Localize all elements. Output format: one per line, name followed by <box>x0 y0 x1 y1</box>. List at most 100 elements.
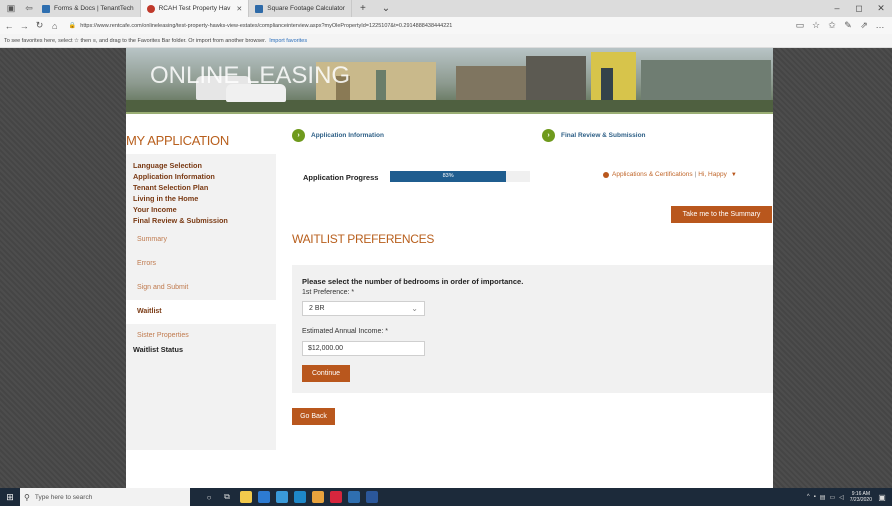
close-window-icon[interactable]: ✕ <box>870 3 892 14</box>
favicon-icon <box>146 4 155 13</box>
tab-actions-icon[interactable]: ▣ <box>4 2 18 16</box>
browser-tab-bar: ▣ ⇦ Forms & Docs | TenantTech RCAH Test … <box>0 0 892 17</box>
tab-square-footage[interactable]: Square Footage Calculator <box>249 0 352 17</box>
sidebar-item-final-review[interactable]: Final Review & Submission <box>126 215 276 226</box>
applications-certifications-link[interactable]: Applications & Certifications <box>612 171 693 178</box>
step-application-information[interactable]: › Application Information <box>292 129 384 142</box>
window-controls: – ◻ ✕ <box>826 3 892 14</box>
tab-title: RCAH Test Property Hav <box>158 5 231 12</box>
tab-title: Square Footage Calculator <box>267 5 345 12</box>
take-me-to-summary-button[interactable]: Take me to the Summary <box>671 206 772 223</box>
clock-date: 7/23/2020 <box>849 497 872 503</box>
task-view-icon[interactable]: ⧉ <box>220 492 234 502</box>
minimize-icon[interactable]: – <box>826 3 848 14</box>
url-text: https://www.rentcafe.com/onlineleasing/t… <box>80 22 453 29</box>
sidebar-item-waitlist-status[interactable]: Waitlist Status <box>126 344 276 355</box>
sidebar-item-your-income[interactable]: Your Income <box>126 204 276 215</box>
sidebar-item-application-information[interactable]: Application Information <box>126 171 276 182</box>
sidebar-item-tenant-selection-plan[interactable]: Tenant Selection Plan <box>126 182 276 193</box>
home-icon[interactable]: ⌂ <box>49 21 61 31</box>
share-icon[interactable]: ⇗ <box>856 20 872 31</box>
pen-icon[interactable]: ✎ <box>840 20 856 31</box>
import-favorites-link[interactable]: Import favorites <box>269 38 307 44</box>
sidebar-item-summary[interactable]: Summary <box>126 228 276 252</box>
back-icon[interactable]: ← <box>3 21 15 31</box>
online-leasing-logo: ONLINE LEASING <box>150 62 351 89</box>
cortana-icon[interactable]: ○ <box>202 493 216 502</box>
step-final-review[interactable]: › Final Review & Submission <box>542 129 646 142</box>
forward-icon[interactable]: → <box>18 21 30 31</box>
tab-title: Forms & Docs | TenantTech <box>54 5 134 12</box>
favorites-icon[interactable]: ✩ <box>824 20 840 31</box>
sidebar-title: MY APPLICATION <box>126 133 229 148</box>
windows-taskbar: ⊞ ⚲ Type here to search ○ ⧉ ^ ▪ ▤ ▭ ◁ 9:… <box>0 488 892 506</box>
step-label: Application Information <box>311 132 384 139</box>
acrobat-icon[interactable] <box>330 491 342 503</box>
volume-icon[interactable]: ◁ <box>839 494 844 501</box>
step-arrow-icon: › <box>542 129 555 142</box>
chevron-down-icon: ⌄ <box>411 304 418 313</box>
sidebar-item-language-selection[interactable]: Language Selection <box>126 160 276 171</box>
first-preference-select[interactable]: 2 BR ⌄ <box>302 301 425 316</box>
waitlist-form: Please select the number of bedrooms in … <box>292 265 773 393</box>
bullet-icon <box>603 171 609 178</box>
taskbar-search[interactable]: ⚲ Type here to search <box>20 488 190 506</box>
search-placeholder: Type here to search <box>34 493 93 501</box>
step-arrow-icon: › <box>292 129 305 142</box>
step-label: Final Review & Submission <box>561 132 646 139</box>
store-icon[interactable] <box>276 491 288 503</box>
sidebar-item-waitlist[interactable]: Waitlist <box>126 300 276 324</box>
favicon-icon <box>42 4 50 13</box>
continue-button[interactable]: Continue <box>302 365 350 382</box>
address-bar: ← → ↻ ⌂ 🔒 https://www.rentcafe.com/onlin… <box>0 17 892 34</box>
sidebar-item-sign-and-submit[interactable]: Sign and Submit <box>126 276 276 300</box>
url-field[interactable]: 🔒 https://www.rentcafe.com/onlineleasing… <box>69 19 792 32</box>
progress-bar: 83% <box>390 171 530 182</box>
sidebar-item-living-in-the-home[interactable]: Living in the Home <box>126 193 276 204</box>
outlook-icon[interactable] <box>294 491 306 503</box>
file-explorer-icon[interactable] <box>240 491 252 503</box>
sidebar: MY APPLICATION Language Selection Applic… <box>126 116 276 488</box>
battery-icon[interactable]: ▭ <box>829 494 835 501</box>
tray-app-icon[interactable]: ▪ <box>814 494 816 500</box>
menu-separator: | <box>694 171 697 178</box>
tab-aside-icon[interactable]: ⇦ <box>22 2 36 16</box>
refresh-icon[interactable]: ↻ <box>33 20 45 31</box>
tray-chevron-icon[interactable]: ^ <box>807 494 810 500</box>
income-label: Estimated Annual Income: * <box>302 328 388 335</box>
user-greeting[interactable]: Hi, Happy <box>698 171 727 178</box>
more-icon[interactable]: … <box>872 20 888 31</box>
edge-icon[interactable] <box>258 491 270 503</box>
app-icon[interactable] <box>312 491 324 503</box>
tab-forms-docs[interactable]: Forms & Docs | TenantTech <box>36 0 141 17</box>
page-title: WAITLIST PREFERENCES <box>292 232 435 246</box>
close-tab-icon[interactable]: ✕ <box>236 5 242 13</box>
banner-lawn <box>126 100 773 112</box>
reading-view-icon[interactable]: ▭ <box>792 20 808 31</box>
new-tab-icon[interactable]: + <box>352 3 374 14</box>
user-menu[interactable]: Applications & Certifications | Hi, Happ… <box>603 171 737 178</box>
word-icon[interactable] <box>366 491 378 503</box>
notifications-icon[interactable]: ▣ <box>876 493 888 502</box>
search-icon: ⚲ <box>24 492 30 502</box>
tab-list-chevron-icon[interactable]: ⌄ <box>374 3 398 14</box>
favorite-star-icon[interactable]: ☆ <box>808 20 824 31</box>
tab-rcah-test-property[interactable]: RCAH Test Property Hav ✕ <box>140 0 250 17</box>
network-icon[interactable]: ▤ <box>820 494 826 501</box>
progress-fill: 83% <box>390 171 507 182</box>
go-back-button[interactable]: Go Back <box>292 408 335 425</box>
first-preference-label: 1st Preference: * <box>302 289 355 296</box>
favorites-bar: To see favorites here, select ☆ then ≡, … <box>0 34 892 48</box>
clock[interactable]: 9:16 AM 7/23/2020 <box>850 491 872 503</box>
system-tray: ^ ▪ ▤ ▭ ◁ 9:16 AM 7/23/2020 <box>803 491 876 503</box>
progress-label: Application Progress <box>303 173 379 182</box>
address-bar-actions: ▭ ☆ ✩ ✎ ⇗ … <box>792 20 888 31</box>
annual-income-input[interactable] <box>302 341 425 356</box>
first-preference-value: 2 BR <box>309 305 325 312</box>
caret-down-icon[interactable]: ▼ <box>731 172 737 178</box>
app-icon[interactable] <box>348 491 360 503</box>
windows-start-icon[interactable]: ⊞ <box>0 492 20 503</box>
sidebar-item-errors[interactable]: Errors <box>126 252 276 276</box>
form-heading: Please select the number of bedrooms in … <box>302 277 524 286</box>
maximize-icon[interactable]: ◻ <box>848 3 870 14</box>
